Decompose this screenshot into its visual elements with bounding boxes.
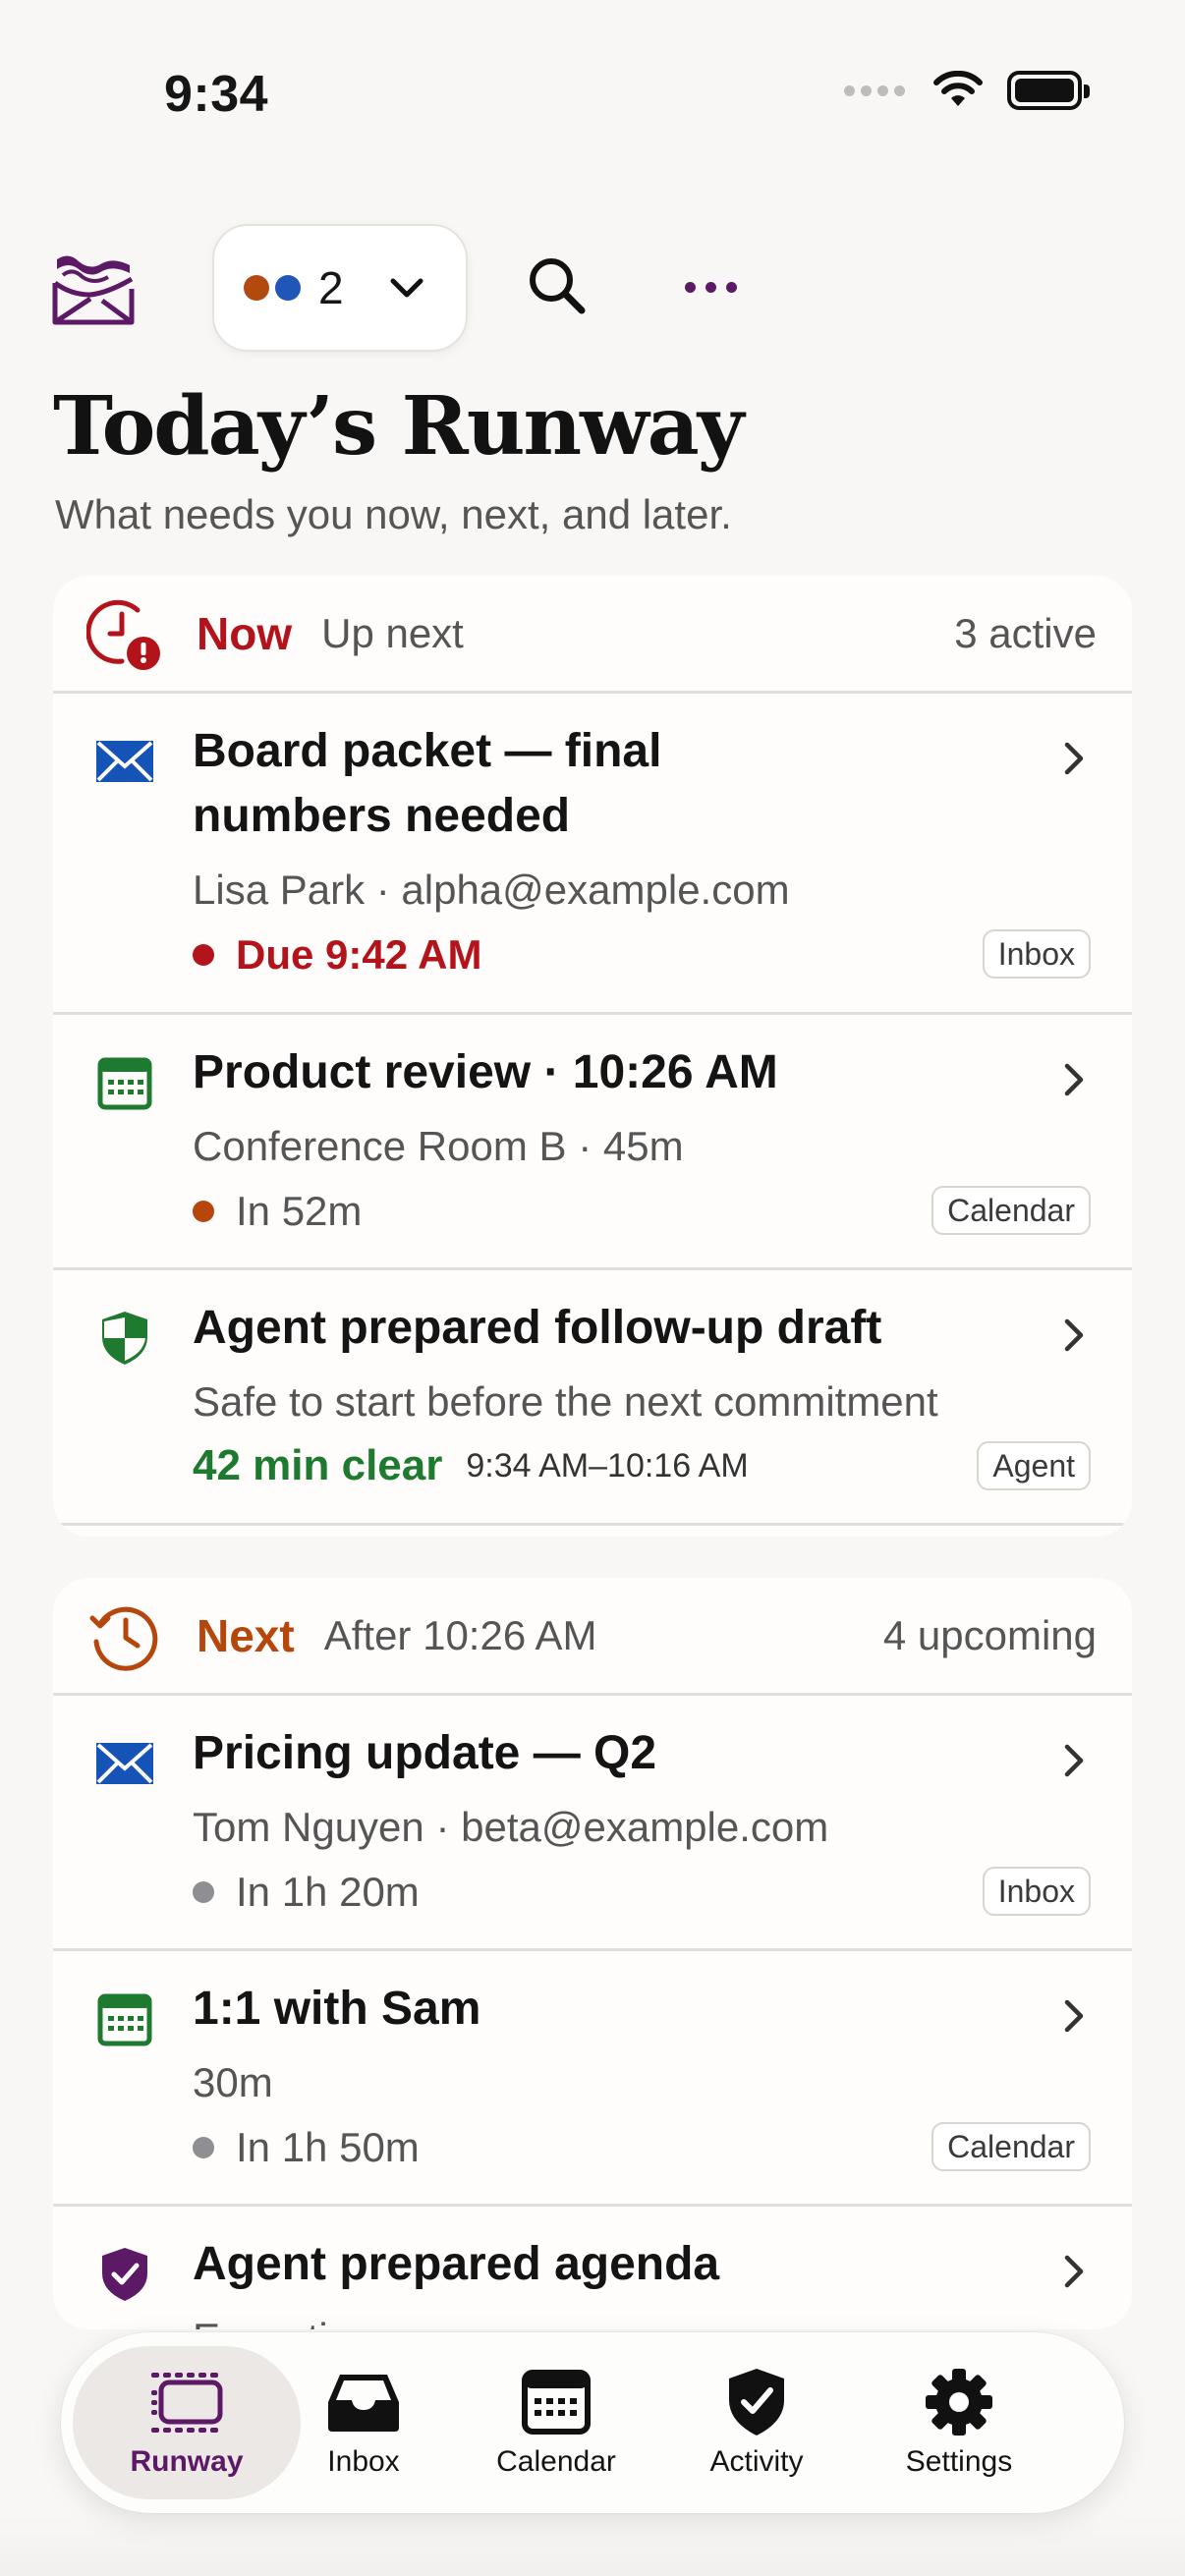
now-section: Now Up next 3 active Board packet — fina… bbox=[53, 576, 1132, 1537]
wifi-icon bbox=[933, 71, 983, 106]
mail-icon bbox=[96, 741, 153, 782]
chevron-right-icon bbox=[1064, 1744, 1084, 1777]
account-dot-2 bbox=[275, 275, 301, 301]
chevron-right-icon bbox=[1064, 2255, 1084, 2288]
inbox-icon bbox=[328, 2375, 399, 2432]
item-title: Board packet — final bbox=[193, 725, 662, 777]
item-meta: In 52m bbox=[193, 1188, 362, 1235]
source-tag: Calendar bbox=[931, 1186, 1091, 1235]
tab-inbox[interactable]: Inbox bbox=[281, 2346, 446, 2499]
status-time: 9:34 bbox=[164, 66, 269, 123]
item-subtitle: Tom Nguyen · beta@example.com bbox=[193, 1804, 829, 1850]
account-switcher-button[interactable]: 2 bbox=[212, 224, 468, 352]
item-title: Product review · 10:26 AM bbox=[193, 1046, 778, 1098]
calendar-icon bbox=[522, 2370, 591, 2435]
status-icons bbox=[844, 71, 1090, 110]
now-item-board-packet[interactable]: Board packet — final numbers needed Lisa… bbox=[53, 694, 1132, 1015]
now-section-title: Now bbox=[197, 607, 293, 659]
page-title: Today’s Runway bbox=[53, 379, 744, 474]
battery-icon bbox=[1007, 71, 1090, 110]
item-title: Agent prepared agenda bbox=[193, 2238, 720, 2290]
search-icon[interactable] bbox=[525, 253, 590, 318]
runway-icon bbox=[151, 2373, 223, 2433]
item-meta: 42 min clear 9:34 AM–10:16 AM bbox=[193, 1441, 749, 1490]
source-tag: Inbox bbox=[982, 1867, 1091, 1916]
tab-label: Activity bbox=[709, 2445, 804, 2478]
activity-shield-icon bbox=[729, 2369, 784, 2436]
due-time: Due 9:42 AM bbox=[236, 931, 482, 978]
now-item-agent-draft[interactable]: Agent prepared follow-up draft Safe to s… bbox=[53, 1270, 1132, 1526]
next-section-title: Next bbox=[197, 1609, 295, 1661]
next-section-header: Next After 10:26 AM 4 upcoming bbox=[53, 1578, 1132, 1696]
status-dot bbox=[193, 1881, 214, 1903]
status-dot bbox=[193, 1201, 214, 1222]
chevron-right-icon bbox=[1064, 742, 1084, 775]
tab-settings[interactable]: Settings bbox=[871, 2346, 1047, 2499]
app-logo-icon[interactable] bbox=[51, 250, 136, 328]
now-section-subtitle: Up next bbox=[321, 609, 464, 656]
more-icon[interactable] bbox=[678, 267, 743, 307]
source-tag: Agent bbox=[977, 1441, 1091, 1490]
next-section: Next After 10:26 AM 4 upcoming Pricing u… bbox=[53, 1578, 1132, 2329]
chevron-right-icon bbox=[1064, 1318, 1084, 1352]
chevron-right-icon bbox=[1064, 1999, 1084, 2033]
time-window: 9:34 AM–10:16 AM bbox=[466, 1446, 749, 1484]
source-tag: Calendar bbox=[931, 2122, 1091, 2171]
tab-label: Inbox bbox=[327, 2445, 400, 2478]
gear-icon bbox=[926, 2369, 992, 2436]
tab-activity[interactable]: Activity bbox=[668, 2346, 845, 2499]
chevron-down-icon bbox=[390, 278, 423, 298]
status-dot bbox=[193, 2137, 214, 2158]
mail-icon bbox=[96, 1743, 153, 1784]
account-dot-1 bbox=[244, 275, 269, 301]
tab-label: Settings bbox=[905, 2445, 1013, 2478]
source-tag: Inbox bbox=[982, 929, 1091, 979]
next-item-pricing-update[interactable]: Pricing update — Q2 Tom Nguyen · beta@ex… bbox=[53, 1696, 1132, 1951]
status-bar: 9:34 bbox=[0, 0, 1185, 196]
relative-time: In 1h 20m bbox=[236, 1869, 420, 1915]
account-count: 2 bbox=[318, 262, 344, 313]
now-section-count: 3 active bbox=[954, 609, 1097, 656]
item-meta: Due 9:42 AM bbox=[193, 931, 482, 979]
relative-time: In 1h 50m bbox=[236, 2124, 420, 2170]
item-subtitle: Safe to start before the next commitment bbox=[193, 1378, 938, 1425]
calendar-icon bbox=[97, 1057, 152, 1110]
shield-check-icon bbox=[102, 2248, 147, 2301]
tab-label: Runway bbox=[130, 2445, 244, 2478]
item-meta: In 1h 20m bbox=[193, 1869, 420, 1916]
free-time: 42 min clear bbox=[193, 1441, 443, 1489]
calendar-icon bbox=[97, 1993, 152, 2046]
next-item-agent-agenda[interactable]: Agent prepared agenda Executive sync bbox=[53, 2207, 1132, 2329]
status-dot bbox=[193, 944, 214, 966]
bottom-fade bbox=[0, 2515, 1185, 2576]
item-meta: In 1h 50m bbox=[193, 2124, 420, 2171]
page-subtitle: What needs you now, next, and later. bbox=[55, 491, 732, 537]
tab-calendar[interactable]: Calendar bbox=[468, 2346, 645, 2499]
item-subtitle: Conference Room B · 45m bbox=[193, 1123, 684, 1169]
item-subtitle: Executive sync bbox=[193, 2315, 468, 2329]
item-title: 1:1 with Sam bbox=[193, 1983, 481, 2035]
now-section-header: Now Up next 3 active bbox=[53, 576, 1132, 694]
item-title: Pricing update — Q2 bbox=[193, 1727, 657, 1779]
next-section-subtitle: After 10:26 AM bbox=[323, 1611, 597, 1658]
tab-bar: Runway Inbox Calendar Activity Settings bbox=[61, 2332, 1124, 2513]
item-title-line2: numbers needed bbox=[193, 790, 571, 842]
history-icon bbox=[89, 1606, 158, 1671]
item-subtitle: Lisa Park · alpha@example.com bbox=[193, 867, 790, 913]
cellular-signal-icon bbox=[844, 84, 905, 96]
shield-icon bbox=[102, 1312, 147, 1365]
relative-time: In 52m bbox=[236, 1188, 363, 1234]
tab-label: Calendar bbox=[496, 2445, 616, 2478]
now-item-product-review[interactable]: Product review · 10:26 AM Conference Roo… bbox=[53, 1015, 1132, 1270]
clock-alert-icon bbox=[86, 599, 160, 670]
tab-runway[interactable]: Runway bbox=[73, 2346, 301, 2499]
item-subtitle: 30m bbox=[193, 2059, 273, 2105]
next-section-count: 4 upcoming bbox=[882, 1611, 1097, 1658]
item-title: Agent prepared follow-up draft bbox=[193, 1302, 882, 1354]
chevron-right-icon bbox=[1064, 1063, 1084, 1096]
next-item-one-on-one[interactable]: 1:1 with Sam 30m In 1h 50m Calendar bbox=[53, 1951, 1132, 2207]
